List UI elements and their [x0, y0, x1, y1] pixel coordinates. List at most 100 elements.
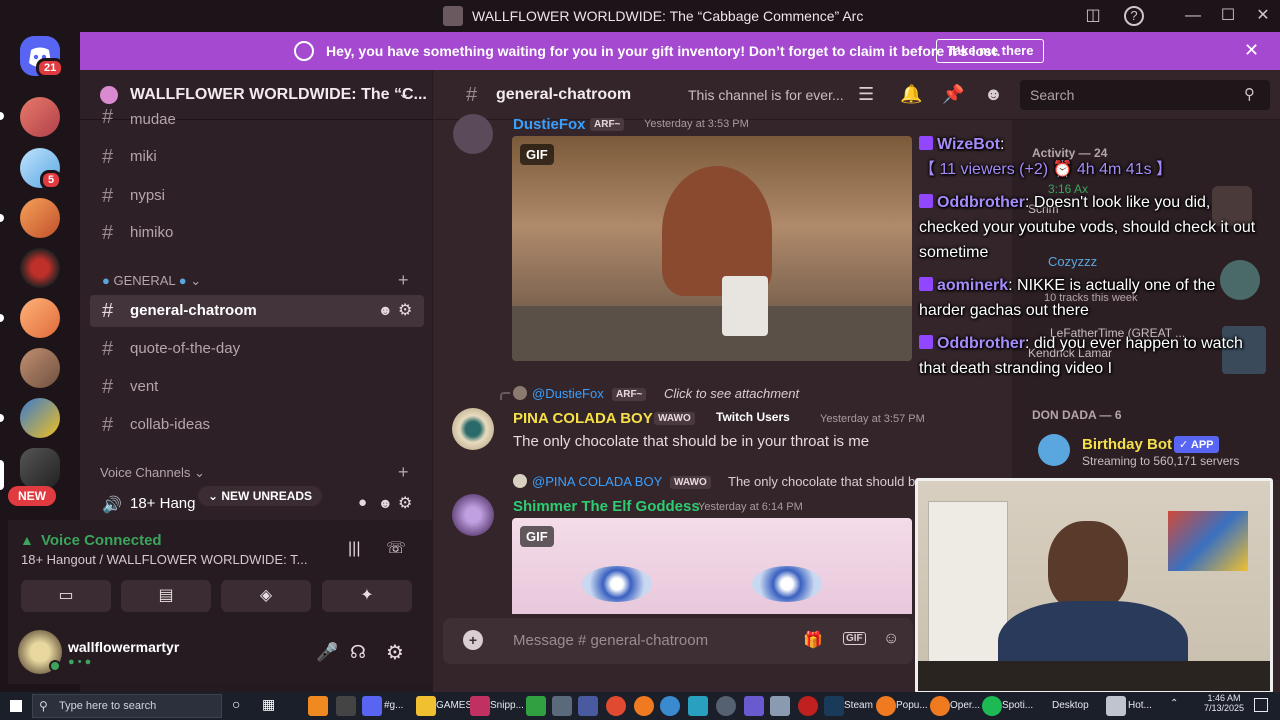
obs-icon[interactable] — [336, 696, 356, 716]
server-icon[interactable] — [20, 398, 60, 438]
server-icon[interactable] — [20, 248, 60, 288]
reply-preview[interactable]: Click to see attachment — [664, 386, 799, 401]
channel-quote-of-the-day[interactable]: # quote-of-the-day — [90, 333, 424, 365]
taskbar-label[interactable]: GAMES — [436, 700, 472, 711]
firefox-icon[interactable] — [634, 696, 654, 716]
maximize-button[interactable]: ☐ — [1217, 6, 1239, 26]
channel-miki[interactable]: # miki — [90, 141, 424, 173]
channel-general-chatroom[interactable]: # general-chatroom ☻ ⚙ — [90, 295, 424, 327]
search-input[interactable]: Search ⚲ — [1020, 80, 1270, 110]
app-icon[interactable] — [660, 696, 680, 716]
app-icon[interactable] — [770, 696, 790, 716]
app-icon[interactable] — [688, 696, 708, 716]
new-servers-badge[interactable]: NEW — [8, 486, 56, 506]
notifications-icon[interactable] — [1254, 698, 1268, 712]
app-icon[interactable] — [526, 696, 546, 716]
message-author[interactable]: DustieFox — [513, 116, 586, 133]
taskbar-label[interactable]: Popu... — [896, 700, 928, 711]
avatar[interactable] — [452, 494, 494, 536]
taskbar-label[interactable]: Snipp... — [490, 700, 524, 711]
camera-off-button[interactable]: ▭ — [21, 580, 111, 612]
firefox-icon[interactable] — [876, 696, 896, 716]
gif-picker-icon[interactable]: GIF — [843, 632, 866, 645]
notification-bell-icon[interactable]: 🔔 — [900, 84, 922, 105]
spotify-icon[interactable] — [982, 696, 1002, 716]
username[interactable]: wallflowermartyr — [68, 639, 179, 655]
avatar[interactable] — [1038, 434, 1070, 466]
message-author[interactable]: PINA COLADA BOY — [513, 410, 653, 427]
app-icon[interactable] — [716, 696, 736, 716]
screen-share-button[interactable]: ▤ — [121, 580, 211, 612]
server-icon[interactable] — [20, 97, 60, 137]
app-icon[interactable] — [578, 696, 598, 716]
new-unreads-pill[interactable]: ⌄ NEW UNREADS — [198, 486, 323, 506]
message-author[interactable]: Shimmer The Elf Goddess — [513, 498, 700, 515]
role-twitch-users[interactable]: Twitch Users — [716, 410, 790, 424]
signal-icon[interactable]: ▲ — [20, 532, 34, 548]
close-button[interactable]: ✕ — [1252, 6, 1274, 26]
headphones-icon[interactable]: ☊ — [350, 642, 366, 663]
taskbar-search-input[interactable]: ⚲ Type here to search — [32, 694, 222, 718]
soundboard-button[interactable]: ✦ — [322, 580, 412, 612]
server-icon[interactable] — [20, 298, 60, 338]
voice-status[interactable]: Voice Connected — [41, 532, 162, 549]
app-icon[interactable] — [552, 696, 572, 716]
gif-attachment[interactable]: GIF — [512, 518, 912, 614]
app-icon[interactable] — [1106, 696, 1126, 716]
category-voice-channels[interactable]: Voice Channels ⌄ — [100, 465, 205, 481]
taskbar-label[interactable]: Steam — [844, 700, 873, 711]
message-composer[interactable]: + Message # general-chatroom 🎁 GIF ☺ — [443, 618, 913, 664]
activity-button[interactable]: ◈ — [221, 580, 311, 612]
take-me-there-button[interactable]: Take me there — [936, 39, 1045, 63]
gear-icon[interactable]: ⚙ — [398, 300, 412, 320]
steam-icon[interactable] — [824, 696, 844, 716]
snipping-icon[interactable] — [470, 696, 490, 716]
category-general[interactable]: ● GENERAL ● ⌄ — [102, 273, 201, 289]
channel-vent[interactable]: # vent — [90, 371, 424, 403]
create-channel-icon[interactable]: + — [398, 270, 409, 291]
taskbar-label[interactable]: Desktop — [1052, 700, 1089, 711]
windows-start-icon[interactable] — [10, 700, 22, 712]
taskbar-label[interactable]: Oper... — [950, 700, 980, 711]
invite-icon[interactable]: ☻ — [378, 302, 393, 318]
taskbar-label[interactable]: #g... — [384, 700, 403, 711]
app-icon[interactable] — [744, 696, 764, 716]
avatar[interactable] — [453, 114, 493, 154]
microphone-icon[interactable]: 🎤 — [316, 642, 338, 663]
taskbar-label[interactable]: Hot... — [1128, 700, 1152, 711]
tray-chevron-icon[interactable]: ⌃ — [1170, 698, 1178, 709]
task-view-icon[interactable]: ▦ — [262, 696, 282, 716]
reply-author[interactable]: @PINA COLADA BOY — [532, 474, 662, 489]
reply-preview[interactable]: The only chocolate that should b... — [728, 474, 926, 489]
invite-icon[interactable]: ☻ — [378, 495, 393, 511]
threads-icon[interactable]: ☰ — [858, 84, 874, 105]
channel-mudae[interactable]: # mudae — [90, 108, 424, 128]
channel-topic[interactable]: This channel is for ever... — [688, 87, 844, 103]
noise-suppression-icon[interactable]: ||| — [348, 540, 360, 558]
chat-bubble-icon[interactable]: ● — [358, 494, 367, 511]
pin-icon[interactable]: 📌 — [942, 84, 964, 105]
help-icon[interactable]: ? — [1124, 6, 1144, 26]
chrome-icon[interactable] — [606, 696, 626, 716]
server-icon[interactable] — [20, 198, 60, 238]
app-icon[interactable] — [798, 696, 818, 716]
taskbar-label[interactable]: Spoti... — [1002, 700, 1033, 711]
reply-author[interactable]: @DustieFox — [532, 386, 604, 401]
minimize-button[interactable]: — — [1182, 6, 1204, 26]
close-notice-icon[interactable]: ✕ — [1244, 40, 1259, 61]
clock[interactable]: 1:46 AM 7/13/2025 — [1204, 693, 1244, 713]
channel-collab-ideas[interactable]: # collab-ideas — [90, 409, 424, 441]
upload-plus-icon[interactable]: + — [463, 630, 483, 650]
discord-taskbar-icon[interactable] — [362, 696, 382, 716]
gif-attachment[interactable]: GIF — [512, 136, 912, 361]
channel-nypsi[interactable]: # nypsi — [90, 180, 424, 212]
gift-icon[interactable]: 🎁 — [803, 630, 823, 650]
member-name[interactable]: Birthday Bot — [1082, 436, 1172, 453]
firefox-icon[interactable] — [930, 696, 950, 716]
server-icon[interactable] — [20, 348, 60, 388]
sticker-icon[interactable]: ☺ — [883, 630, 899, 648]
inbox-icon[interactable]: ◫ — [1082, 6, 1104, 26]
avatar[interactable] — [452, 408, 494, 450]
voice-location[interactable]: 18+ Hangout / WALLFLOWER WORLDWIDE: T... — [21, 552, 307, 567]
gear-icon[interactable]: ⚙ — [398, 493, 412, 513]
